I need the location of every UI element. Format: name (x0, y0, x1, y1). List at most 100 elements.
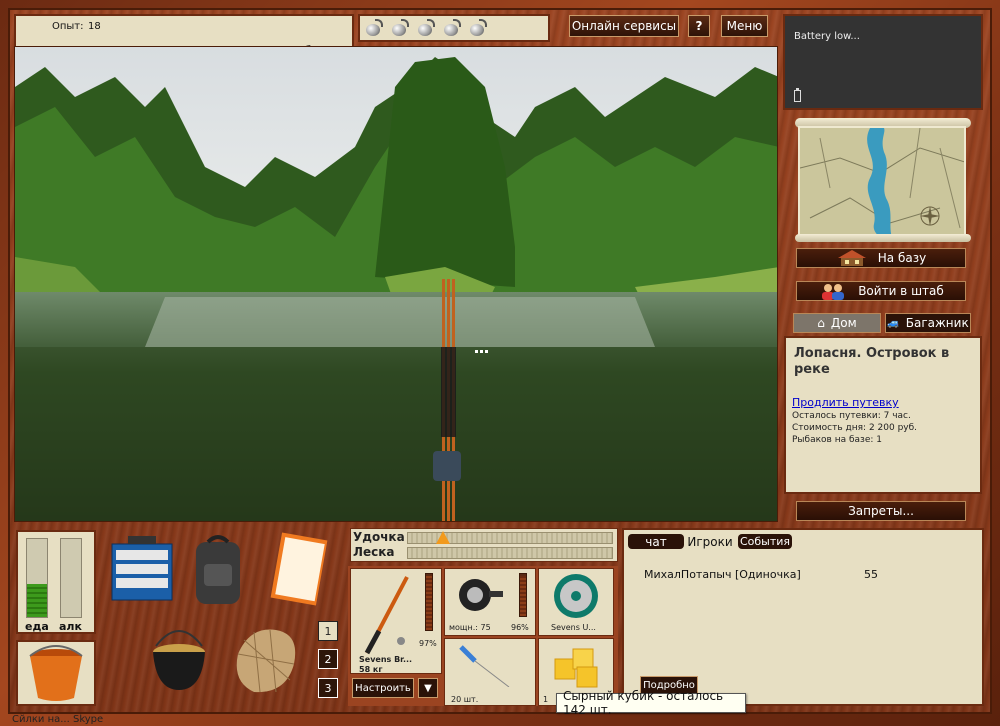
warning-icon (436, 531, 450, 544)
location-name: Лопасня. Островок в реке (794, 346, 950, 377)
enter-hq-button[interactable]: Войти в штаб (796, 281, 966, 301)
food-meter (26, 538, 48, 618)
notebook-icon (270, 532, 328, 606)
chat-panel: чат Игроки События МихалПотапыч [Одиночк… (622, 528, 984, 706)
sinker-icon[interactable] (390, 18, 410, 38)
bucket-button[interactable] (16, 640, 96, 706)
tension-panel: Удочка Леска (350, 528, 618, 562)
reel-condition: 96% (511, 623, 529, 632)
battery-message: Battery low... (794, 31, 860, 42)
tackle-box-icon (111, 536, 173, 601)
car-icon: 🚙 (887, 317, 900, 329)
sinker-icon[interactable] (468, 18, 488, 38)
dropdown-button[interactable]: ▼ (418, 678, 438, 698)
sinkers-bar (358, 14, 550, 42)
rod-icon (364, 576, 409, 655)
bucket-icon (29, 645, 83, 701)
line-spool-icon (554, 574, 598, 618)
map-scroll[interactable] (795, 118, 971, 242)
river-landscape (15, 47, 777, 521)
slot-2-button[interactable]: 2 (318, 649, 338, 669)
reel-power: мощн.: 75 (449, 623, 491, 632)
battery-icon (794, 88, 801, 102)
tackle-panel: Sevens Br... 58 кг 97% мощн.: 75 96% Sev… (348, 566, 618, 706)
fishers-count: Рыбаков на базе: 1 (792, 435, 882, 445)
cooking-pot[interactable] (146, 620, 212, 692)
rod-slot[interactable]: Sevens Br... 58 кг 97% (350, 568, 442, 674)
hook-slot[interactable]: 20 шт. (444, 638, 536, 706)
home-tab-label: Дом (830, 316, 857, 330)
reel-condition-bar (519, 573, 527, 617)
help-button[interactable]: ? (688, 15, 710, 37)
setup-button[interactable]: Настроить (352, 678, 414, 698)
reel-slot[interactable]: мощн.: 75 96% (444, 568, 536, 636)
rod-max-weight: 58 кг (359, 665, 383, 674)
fishing-scene[interactable] (14, 46, 778, 522)
food-fill (27, 584, 47, 617)
bans-label: Запреты... (848, 504, 914, 518)
online-services-button[interactable]: Онлайн сервисы (569, 15, 679, 37)
pot-icon (153, 630, 205, 690)
menu-button[interactable]: Меню (721, 15, 768, 37)
sinker-icon[interactable] (364, 18, 384, 38)
line-slot[interactable]: Sevens U... (538, 568, 614, 636)
people-icon (818, 282, 848, 300)
slot-3-button[interactable]: 3 (318, 678, 338, 698)
sinker-icon[interactable] (442, 18, 462, 38)
experience-value: 18 (88, 21, 101, 32)
rod-condition-bar (425, 573, 433, 631)
home-trunk-tabs: ⌂ Дом 🚙 Багажник (793, 313, 973, 333)
scroll-bottom-roll (795, 234, 971, 242)
line-tension-bar (407, 547, 613, 559)
enter-hq-label: Войти в штаб (858, 284, 944, 298)
experience-label: Опыт: (52, 21, 84, 32)
go-to-base-label: На базу (877, 251, 927, 265)
backpack[interactable] (190, 532, 246, 606)
location-map[interactable] (798, 126, 966, 236)
reel-condition-fill (520, 575, 526, 616)
tab-chat[interactable]: чат (628, 534, 684, 549)
alcohol-meter (60, 538, 82, 618)
permit-remaining: Осталось путевки: 7 час. (792, 411, 911, 421)
needs-panel: еда алк (16, 530, 96, 634)
extend-permit-link[interactable]: Продлить путевку (792, 396, 899, 409)
bait-tooltip: Сырный кубик - осталось 142 шт. (556, 689, 746, 717)
backpack-icon (196, 535, 240, 604)
battery-panel: Battery low... (783, 14, 983, 110)
house-icon (836, 249, 868, 267)
day-cost: Стоимость дня: 2 200 руб. (792, 423, 918, 433)
cheese-cube-icon (554, 648, 598, 688)
alcohol-label: алк (59, 620, 82, 633)
net-bag-icon (236, 629, 296, 693)
rod-condition: 97% (419, 639, 437, 648)
map-drawing (800, 128, 964, 234)
home-icon: ⌂ (817, 316, 825, 330)
slot-1-button[interactable]: 1 (318, 621, 338, 641)
notebook[interactable] (264, 532, 330, 606)
line-name: Sevens U... (551, 623, 596, 632)
rod-name: Sevens Br... (359, 655, 413, 664)
keep-net[interactable] (230, 620, 302, 696)
trunk-tab[interactable]: 🚙 Багажник (885, 313, 971, 333)
sinker-icon[interactable] (416, 18, 436, 38)
reel-icon (459, 579, 503, 611)
bait-count: 1 (543, 695, 549, 704)
go-to-base-button[interactable]: На базу (796, 248, 966, 268)
tab-events[interactable]: События (738, 534, 792, 549)
trunk-tab-label: Багажник (905, 316, 969, 330)
player-score: 55 (864, 568, 878, 581)
rod-condition-fill (426, 575, 432, 630)
rod-tension-bar (407, 531, 613, 544)
rod-tension-label: Удочка (353, 530, 405, 544)
location-info-panel: Лопасня. Островок в реке Продлить путевк… (784, 336, 982, 494)
taskbar-fragment: Сйлки на... Skype (12, 714, 104, 725)
line-tension-label: Леска (353, 545, 395, 559)
tab-players[interactable]: Игроки (686, 534, 734, 549)
float-hook-icon (459, 645, 510, 687)
bans-button[interactable]: Запреты... (796, 501, 966, 521)
hook-count: 20 шт. (451, 695, 479, 704)
food-label: еда (25, 620, 49, 633)
home-tab[interactable]: ⌂ Дом (793, 313, 881, 333)
player-name[interactable]: МихалПотапыч [Одиночка] (644, 568, 801, 581)
tackle-box[interactable] (108, 534, 176, 606)
